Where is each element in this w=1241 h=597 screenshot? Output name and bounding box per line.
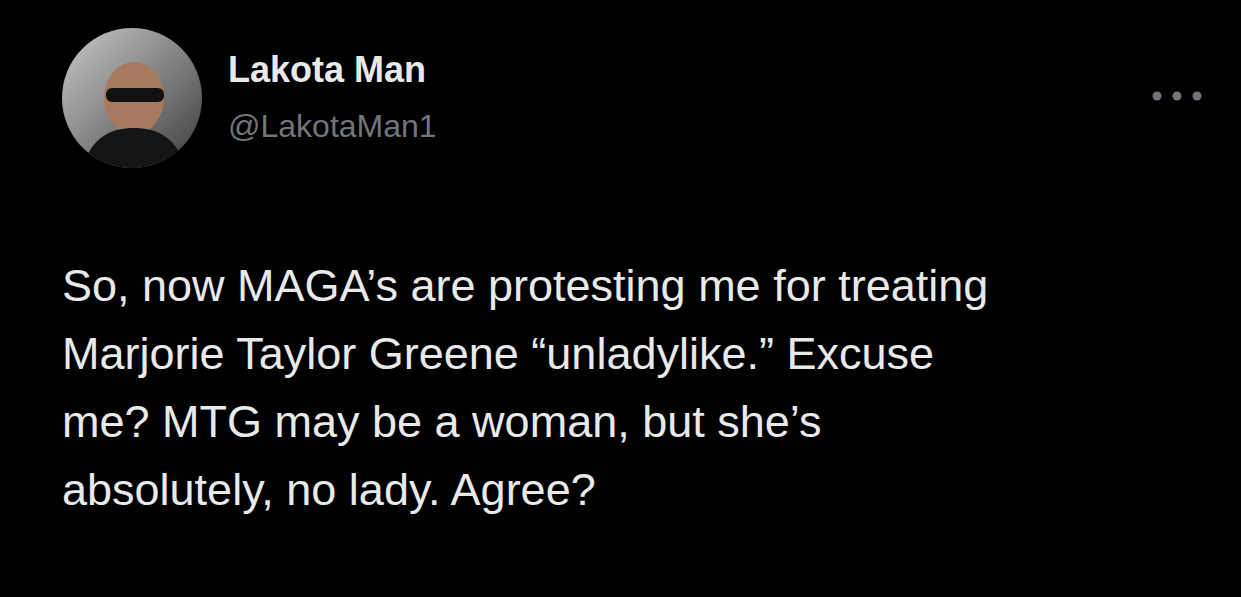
tweet-header: Lakota Man @LakotaMan1 (0, 0, 1241, 168)
tweet-line: me? MTG may be a woman, but she’s (62, 388, 1221, 456)
tweet-line: So, now MAGA’s are protesting me for tre… (62, 252, 1221, 320)
tweet-card: Lakota Man @LakotaMan1 So, now MAGA’s ar… (0, 0, 1241, 597)
tweet-text: So, now MAGA’s are protesting me for tre… (0, 252, 1241, 524)
avatar-photo-icon (62, 28, 202, 168)
author-info: Lakota Man @LakotaMan1 (202, 28, 437, 146)
author-handle[interactable]: @LakotaMan1 (228, 106, 437, 146)
author-name[interactable]: Lakota Man (228, 48, 437, 92)
more-button[interactable] (1151, 90, 1203, 102)
more-dots-icon (1151, 90, 1203, 102)
tweet-line: absolutely, no lady. Agree? (62, 456, 1221, 524)
tweet-line: Marjorie Taylor Greene “unladylike.” Exc… (62, 320, 1221, 388)
avatar[interactable] (62, 28, 202, 168)
